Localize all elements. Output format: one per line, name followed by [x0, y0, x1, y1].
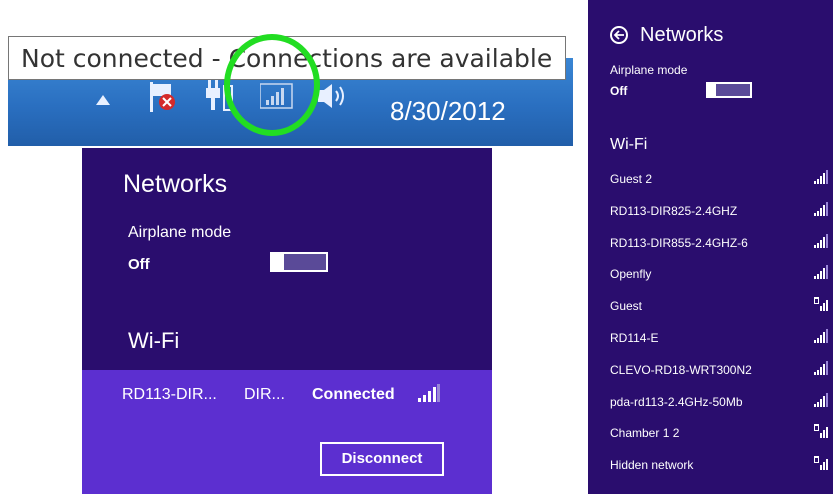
network-list-item[interactable]: CLEVO-RD18-WRT300N2: [588, 355, 833, 387]
airplane-mode-state: Off: [128, 256, 150, 273]
network-name: RD113-DIR855-2.4GHZ-6: [610, 235, 748, 250]
network-list-item[interactable]: Guest: [588, 291, 833, 323]
network-list-item[interactable]: pda-rd113-2.4GHz-50Mb: [588, 387, 833, 419]
airplane-mode-state: Off: [610, 84, 628, 98]
network-name: pda-rd113-2.4GHz-50Mb: [610, 394, 743, 409]
toggle-thumb[interactable]: [270, 252, 284, 272]
wifi-signal-icon: [814, 201, 828, 219]
toggle-thumb[interactable]: [706, 82, 716, 98]
connected-network-item[interactable]: RD113-DIR... DIR... Connected Disconnect: [82, 370, 492, 494]
airplane-mode-toggle[interactable]: [706, 82, 752, 98]
tray-date[interactable]: 8/30/2012: [390, 96, 506, 127]
connected-ssid-secondary: DIR...: [244, 386, 285, 403]
speaker-icon[interactable]: [316, 82, 350, 114]
wifi-signal-icon: [814, 233, 828, 251]
wifi-signal-icon: [814, 170, 828, 187]
back-arrow-icon[interactable]: [610, 26, 628, 44]
network-name: Guest 2: [610, 172, 653, 186]
network-list-item[interactable]: Openfly: [588, 259, 833, 291]
network-list-item[interactable]: RD114-E: [588, 323, 833, 355]
network-list-item[interactable]: RD113-DIR855-2.4GHZ-6: [588, 228, 833, 260]
connection-status: Connected: [312, 386, 395, 403]
network-list-item[interactable]: Chamber 1 2: [588, 418, 833, 450]
secured-wifi-signal-icon: [814, 424, 828, 441]
wifi-signal-icon: [814, 392, 828, 410]
network-name: Chamber 1 2: [610, 426, 680, 441]
wifi-section-label: Wi-Fi: [610, 136, 648, 153]
network-name: RD113-DIR825-2.4GHZ: [610, 203, 738, 218]
highlight-circle: [224, 34, 320, 136]
wifi-signal-icon: [814, 265, 828, 282]
wifi-signal-icon: [814, 360, 828, 378]
airplane-mode-toggle[interactable]: [270, 252, 328, 272]
action-center-flag-error-icon[interactable]: [148, 82, 176, 116]
network-list-item[interactable]: Guest 2: [588, 164, 833, 196]
network-name: Guest: [610, 299, 643, 314]
airplane-mode-label: Airplane mode: [610, 63, 688, 77]
secured-wifi-signal-icon: [814, 456, 828, 473]
wifi-section-label: Wi-Fi: [128, 328, 180, 353]
network-name: Hidden network: [610, 458, 694, 473]
network-name: RD114-E: [610, 330, 659, 345]
network-name: Openfly: [610, 267, 652, 282]
flyout-title: Networks: [640, 24, 724, 46]
connected-ssid: RD113-DIR...: [122, 386, 217, 403]
wifi-signal-icon: [814, 328, 828, 346]
networks-flyout-list: Networks Airplane mode Off Wi-Fi Guest 2…: [588, 0, 833, 494]
network-list: Guest 2 RD113-DIR825-2.4GHZ RD113-DIR855-2…: [588, 164, 833, 482]
network-name: CLEVO-RD18-WRT300N2: [610, 362, 752, 377]
secured-wifi-signal-icon: [814, 297, 828, 314]
network-list-item[interactable]: Hidden network: [588, 450, 833, 482]
disconnect-button[interactable]: Disconnect: [320, 442, 444, 476]
flyout-title: Networks: [123, 170, 228, 198]
show-hidden-icons-arrow-icon[interactable]: [96, 90, 110, 109]
networks-flyout-connected: Networks Airplane mode Off Wi-Fi RD113-D…: [82, 148, 492, 494]
wifi-signal-icon: [418, 384, 440, 406]
airplane-mode-label: Airplane mode: [128, 224, 232, 241]
network-list-item[interactable]: RD113-DIR825-2.4GHZ: [588, 196, 833, 228]
